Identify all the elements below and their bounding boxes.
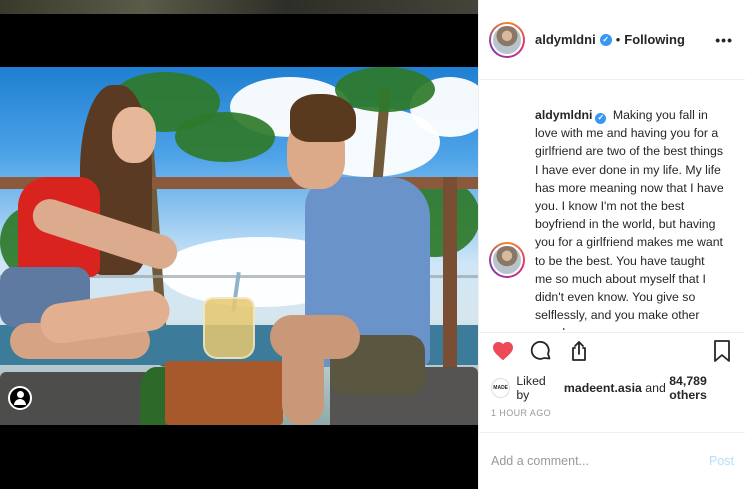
verified-badge-icon: ✓ [599, 33, 612, 46]
man-hair [290, 94, 356, 142]
username-link[interactable]: aldymldni [535, 32, 596, 47]
liker-avatar[interactable]: MADE [491, 378, 511, 398]
likes-count-link[interactable]: 84,789 others [669, 374, 745, 402]
post-side-panel: aldymldni ✓ • Following ••• aldymldni ✓ M… [478, 0, 745, 489]
liked-by-prefix: Liked by [516, 374, 546, 402]
post-media-area [0, 0, 478, 489]
comment-icon[interactable] [529, 339, 553, 363]
caption: aldymldni ✓ Making you fall in love with … [535, 106, 725, 330]
drink-jar [203, 297, 255, 359]
verified-badge-icon: ✓ [595, 112, 607, 124]
woman-face [112, 107, 156, 163]
caption-text: Making you fall in love with me and havi… [535, 108, 724, 330]
following-button[interactable]: Following [624, 32, 685, 47]
caption-row: aldymldni ✓ Making you fall in love with … [489, 106, 733, 330]
comments-area[interactable]: aldymldni ✓ Making you fall in love with … [479, 80, 745, 330]
post-timestamp[interactable]: 1 HOUR AGO [491, 408, 551, 418]
post-header: aldymldni ✓ • Following ••• [479, 0, 745, 80]
avatar-image [491, 244, 523, 276]
avatar-image [491, 23, 523, 56]
bookmark-icon[interactable] [710, 339, 734, 363]
liker-username-link[interactable]: madeent.asia [564, 381, 642, 395]
post-button[interactable]: Post [709, 454, 734, 468]
add-comment-bar: Post [479, 432, 745, 489]
separator-dot: • [615, 32, 621, 47]
more-options-icon[interactable]: ••• [715, 32, 733, 48]
wooden-table [165, 361, 283, 425]
likes-summary: MADE Liked by madeent.asia and 84,789 ot… [491, 374, 745, 402]
heart-icon[interactable] [491, 339, 515, 363]
profile-avatar[interactable] [489, 21, 525, 58]
palm-leaves [175, 112, 275, 162]
post-photo[interactable] [0, 67, 478, 425]
caption-username-link[interactable]: aldymldni [535, 108, 592, 122]
action-bar [479, 332, 745, 368]
share-icon[interactable] [567, 339, 591, 363]
user-icon[interactable] [8, 386, 32, 410]
liked-by-and: and [645, 381, 666, 395]
man-leg [282, 337, 324, 425]
media-top-edge [0, 0, 478, 14]
caption-avatar[interactable] [489, 242, 525, 278]
comment-input[interactable] [491, 454, 709, 468]
